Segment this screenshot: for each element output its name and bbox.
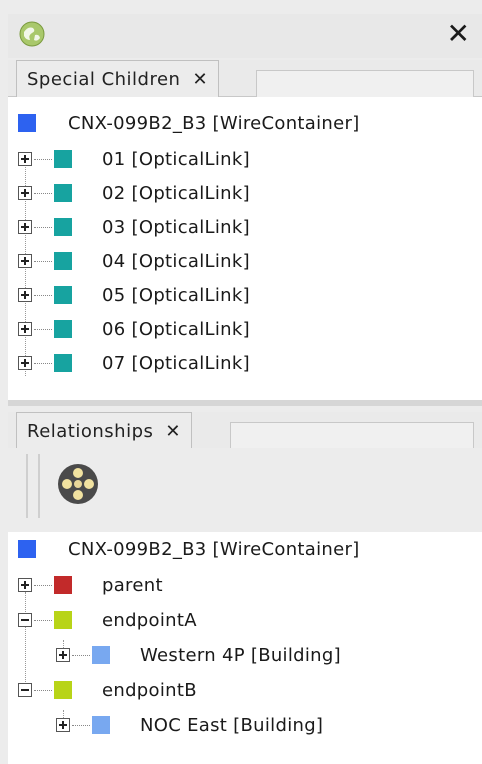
tree-row-parent[interactable]: parent	[18, 568, 163, 602]
opticallink-type-icon	[54, 286, 72, 304]
tree-root-row[interactable]: CNX-099B2_B3 [WireContainer]	[18, 106, 360, 140]
close-view-button[interactable]: ✕	[447, 18, 470, 50]
expand-toggle-icon[interactable]	[56, 718, 70, 732]
opticallink-type-icon	[54, 320, 72, 338]
tab-label: Special Children	[27, 68, 181, 90]
tab-special-children[interactable]: Special Children ✕	[16, 60, 220, 97]
tree-item-label: 02 [OpticalLink]	[102, 182, 250, 204]
tree-item-label: 07 [OpticalLink]	[102, 352, 250, 374]
relationships-tabstrip: Relationships ✕	[8, 412, 482, 449]
globe-icon	[19, 21, 45, 47]
expand-toggle-icon[interactable]	[18, 356, 32, 370]
tab-label: Relationships	[27, 420, 154, 442]
tree-item-label: NOC East [Building]	[140, 714, 324, 736]
tree-row[interactable]: 06 [OpticalLink]	[18, 312, 250, 346]
relationships-toolbar	[8, 448, 482, 532]
relation-type-icon	[54, 681, 72, 699]
tree-item-label: endpointA	[102, 609, 197, 631]
expand-toggle-icon[interactable]	[18, 152, 32, 166]
opticallink-type-icon	[54, 150, 72, 168]
tab-relationships[interactable]: Relationships ✕	[16, 412, 192, 449]
expand-toggle-icon[interactable]	[18, 322, 32, 336]
tree-item-label: 01 [OpticalLink]	[102, 148, 250, 170]
wirecontainer-type-icon	[18, 540, 36, 558]
panel-splitter[interactable]	[8, 400, 482, 406]
tree-root-row[interactable]: CNX-099B2_B3 [WireContainer]	[18, 532, 360, 566]
tree-row-endpointB-child[interactable]: NOC East [Building]	[56, 708, 323, 742]
relation-type-icon	[54, 611, 72, 629]
tabstrip-filler	[230, 422, 474, 449]
tree-item-label: parent	[102, 574, 163, 596]
building-type-icon	[92, 716, 110, 734]
special-children-panel: Special Children ✕ CNX-099B2_B3 [WireCon…	[8, 60, 482, 400]
tree-row[interactable]: 03 [OpticalLink]	[18, 210, 250, 244]
view-titlebar: ✕	[8, 14, 482, 58]
tree-item-label: 05 [OpticalLink]	[102, 284, 250, 306]
tree-row-endpointB[interactable]: endpointB	[18, 673, 197, 707]
opticallink-type-icon	[54, 252, 72, 270]
tree-row[interactable]: 04 [OpticalLink]	[18, 244, 250, 278]
special-children-tabstrip: Special Children ✕	[8, 60, 482, 97]
tree-row[interactable]: 07 [OpticalLink]	[18, 346, 250, 380]
collapse-toggle-icon[interactable]	[18, 613, 32, 627]
tree-row[interactable]: 02 [OpticalLink]	[18, 176, 250, 210]
opticallink-type-icon	[54, 354, 72, 372]
toolbar-grip[interactable]	[26, 454, 40, 518]
tree-item-label: Western 4P [Building]	[140, 644, 341, 666]
expand-toggle-icon[interactable]	[18, 220, 32, 234]
relation-type-icon	[54, 576, 72, 594]
opticallink-type-icon	[54, 184, 72, 202]
tab-close-icon[interactable]: ✕	[165, 421, 181, 442]
opticallink-type-icon	[54, 218, 72, 236]
relationships-panel: Relationships ✕ CNX-099B2_B3 [WireContai…	[8, 412, 482, 764]
tree-row[interactable]: 01 [OpticalLink]	[18, 142, 250, 176]
tabstrip-filler	[256, 70, 474, 97]
expand-toggle-icon[interactable]	[56, 648, 70, 662]
expand-toggle-icon[interactable]	[18, 186, 32, 200]
tree-item-label: endpointB	[102, 679, 197, 701]
expand-toggle-icon[interactable]	[18, 288, 32, 302]
collapse-toggle-icon[interactable]	[18, 683, 32, 697]
tree-row[interactable]: 05 [OpticalLink]	[18, 278, 250, 312]
tree-row-endpointA-child[interactable]: Western 4P [Building]	[56, 638, 341, 672]
expand-toggle-icon[interactable]	[18, 254, 32, 268]
tree-item-label: 04 [OpticalLink]	[102, 250, 250, 272]
tree-row-endpointA[interactable]: endpointA	[18, 603, 197, 637]
tree-root-label: CNX-099B2_B3 [WireContainer]	[68, 538, 360, 560]
building-type-icon	[92, 646, 110, 664]
tree-root-label: CNX-099B2_B3 [WireContainer]	[68, 112, 360, 134]
navigate-icon[interactable]	[56, 462, 100, 506]
tree-item-label: 06 [OpticalLink]	[102, 318, 250, 340]
expand-toggle-icon[interactable]	[18, 578, 32, 592]
wirecontainer-type-icon	[18, 114, 36, 132]
tree-item-label: 03 [OpticalLink]	[102, 216, 250, 238]
tab-close-icon[interactable]: ✕	[192, 69, 208, 90]
